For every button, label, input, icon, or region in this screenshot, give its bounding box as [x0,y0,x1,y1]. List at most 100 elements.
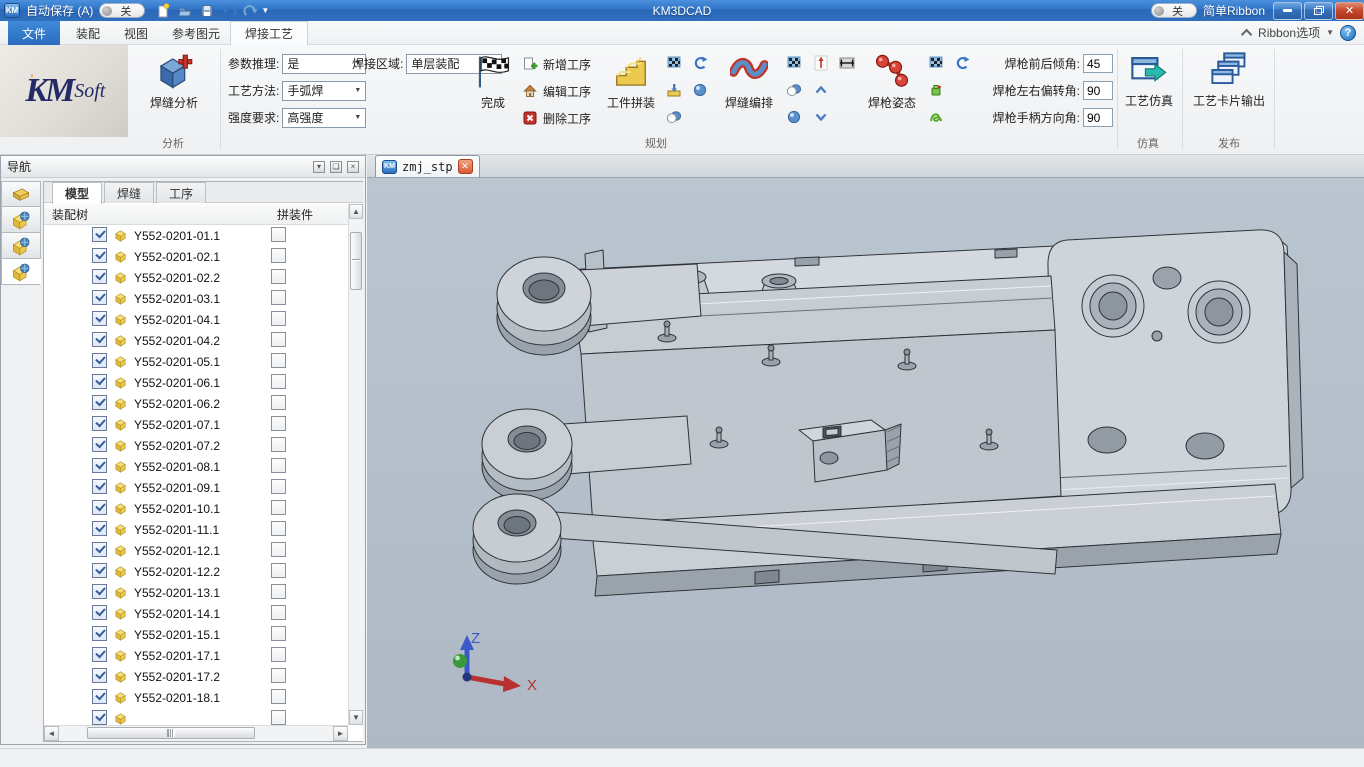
scroll-down-button[interactable]: ▼ [349,710,363,725]
help-icon[interactable]: ? [1340,25,1356,41]
panel-float-icon[interactable]: ❏ [330,161,342,173]
nav-strip-button-cube-globe[interactable] [1,259,41,285]
visibility-checkbox[interactable] [92,353,107,368]
flag-icon[interactable] [928,55,944,71]
visibility-checkbox[interactable] [92,542,107,557]
visibility-checkbox[interactable] [92,395,107,410]
nav-strip-button-slab[interactable] [1,181,41,207]
horizontal-scrollbar[interactable]: ◄ ► [44,725,348,741]
visibility-checkbox[interactable] [92,710,107,725]
chevron-up-icon[interactable] [813,82,829,98]
table-row[interactable]: Y552-0201-09.1 [44,477,348,498]
pin-checkbox[interactable] [271,269,286,284]
table-row[interactable]: Y552-0201-01.1 [44,225,348,246]
visibility-checkbox[interactable] [92,374,107,389]
pin-checkbox[interactable] [271,290,286,305]
table-row[interactable]: Y552-0201-11.1 [44,519,348,540]
pin-checkbox[interactable] [271,689,286,704]
tab-view[interactable]: 视图 [110,21,162,45]
autosave-toggle[interactable]: 关 [99,3,145,18]
tray-icon[interactable] [666,82,682,98]
visibility-checkbox[interactable] [92,563,107,578]
process-card-output-button[interactable]: 工艺卡片输出 [1188,51,1270,109]
tab-model[interactable]: 模型 [52,182,102,204]
method-select[interactable]: 手弧焊▼ [282,81,366,101]
pin-checkbox[interactable] [271,395,286,410]
pin-checkbox[interactable] [271,332,286,347]
table-row[interactable]: Y552-0201-15.1 [44,624,348,645]
table-row[interactable]: Y552-0201-10.1 [44,498,348,519]
pin-checkbox[interactable] [271,584,286,599]
pin-checkbox[interactable] [271,710,286,725]
table-row[interactable]: Y552-0201-02.2 [44,267,348,288]
sphere-duo-icon[interactable] [666,109,682,125]
undo-icon[interactable] [221,3,237,19]
nav-strip-button-cube-globe[interactable] [1,207,41,233]
document-tab[interactable]: KM zmj_stp ✕ [375,155,480,177]
table-row[interactable]: Y552-0201-07.1 [44,414,348,435]
rotate-icon[interactable] [954,55,970,71]
tab-assembly[interactable]: 装配 [62,21,114,45]
visibility-checkbox[interactable] [92,458,107,473]
visibility-checkbox[interactable] [92,647,107,662]
table-row[interactable]: Y552-0201-18.1 [44,687,348,708]
new-file-icon[interactable] [155,3,171,19]
arrow-horizontal-icon[interactable] [839,55,855,71]
add-process-button[interactable]: 新增工序 [522,55,591,73]
green-coil-icon[interactable] [928,109,944,125]
sphere-blue-icon[interactable] [786,109,802,125]
quick-access-dropdown-icon[interactable]: ▼ [261,6,269,15]
scrollbar-thumb[interactable] [350,232,362,290]
visibility-checkbox[interactable] [92,269,107,284]
cube-globe-icon[interactable] [11,210,31,230]
visibility-checkbox[interactable] [92,500,107,515]
visibility-checkbox[interactable] [92,521,107,536]
tab-reference[interactable]: 参考图元 [158,21,234,45]
process-simulation-button[interactable]: 工艺仿真 [1121,51,1177,109]
visibility-checkbox[interactable] [92,227,107,242]
pin-checkbox[interactable] [271,353,286,368]
pin-checkbox[interactable] [271,500,286,515]
pin-checkbox[interactable] [271,479,286,494]
save-icon[interactable] [199,3,215,19]
tab-file[interactable]: 文件 [8,21,60,45]
table-row[interactable]: Y552-0201-06.1 [44,372,348,393]
restore-button[interactable] [1304,2,1333,20]
table-row[interactable]: Y552-0201-04.2 [44,330,348,351]
flag-icon[interactable] [666,55,682,71]
visibility-checkbox[interactable] [92,584,107,599]
cube-globe-icon[interactable] [11,236,31,256]
visibility-checkbox[interactable] [92,290,107,305]
cube-globe-icon[interactable] [11,262,31,282]
scroll-left-button[interactable]: ◄ [44,726,59,741]
pin-checkbox[interactable] [271,248,286,263]
ribbon-options-label[interactable]: Ribbon选项 [1258,24,1320,41]
pin-checkbox[interactable] [271,668,286,683]
visibility-checkbox[interactable] [92,437,107,452]
torch-pose-button[interactable]: 焊枪姿态 [862,53,922,111]
pin-checkbox[interactable] [271,416,286,431]
torch-pitch-angle-input[interactable] [1083,54,1113,73]
pin-checkbox[interactable] [271,458,286,473]
torch-handle-angle-input[interactable] [1083,108,1113,127]
pin-checkbox[interactable] [271,542,286,557]
panel-menu-icon[interactable]: ▾ [313,161,325,173]
flag-icon[interactable] [786,55,802,71]
part-assembly-button[interactable]: 工件拼装 [600,53,662,111]
table-row[interactable]: Y552-0201-03.1 [44,288,348,309]
pin-checkbox[interactable] [271,374,286,389]
finish-button[interactable]: 完成 [466,53,520,111]
tab-seam[interactable]: 焊缝 [104,182,154,203]
redo-icon[interactable] [243,3,259,19]
rotate-icon[interactable] [692,55,708,71]
minimize-button[interactable] [1273,2,1302,20]
hscrollbar-thumb[interactable] [87,727,255,739]
table-row[interactable]: Y552-0201-17.1 [44,645,348,666]
torch-yaw-angle-input[interactable] [1083,81,1113,100]
3d-viewport[interactable]: Z X [367,178,1364,748]
close-button[interactable]: ✕ [1335,2,1364,20]
table-row[interactable]: Y552-0201-14.1 [44,603,348,624]
nav-strip-button-cube-globe[interactable] [1,233,41,259]
pin-checkbox[interactable] [271,563,286,578]
pin-checkbox[interactable] [271,626,286,641]
